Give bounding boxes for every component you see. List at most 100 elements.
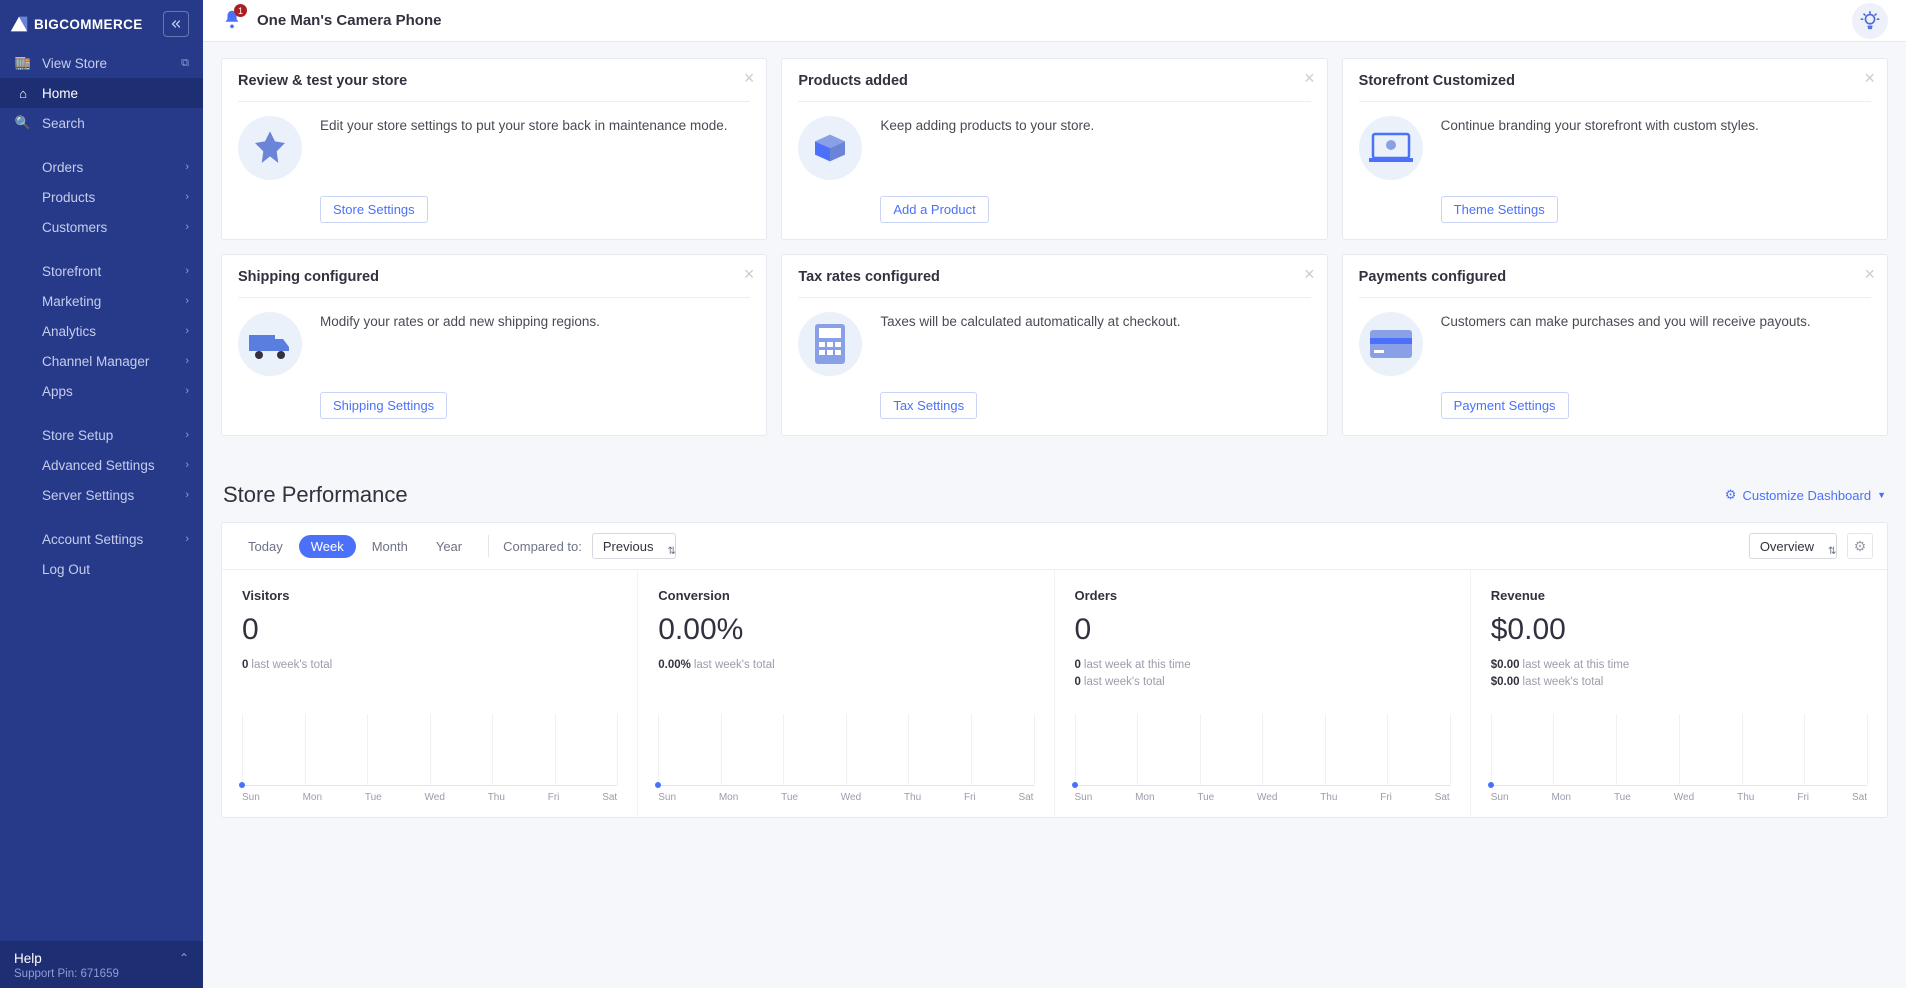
sidebar-item-analytics[interactable]: Analytics › (0, 316, 203, 346)
sidebar-item-channel-manager[interactable]: Channel Manager › (0, 346, 203, 376)
pin-value: 671659 (81, 968, 119, 980)
metric-sub: $0.00last week at this time (1491, 657, 1867, 674)
sidebar-item-products[interactable]: Products › (0, 182, 203, 212)
overview-value: Overview (1760, 539, 1814, 554)
x-tick: Thu (488, 792, 505, 803)
sidebar-label: Orders (42, 160, 185, 175)
close-icon[interactable]: × (1864, 69, 1875, 87)
sidebar-item-store-setup[interactable]: Store Setup › (0, 420, 203, 450)
x-tick: Wed (425, 792, 445, 803)
metric-sub: 0last week at this time (1075, 657, 1450, 674)
x-tick: Sat (602, 792, 617, 803)
performance-panel: TodayWeekMonthYear Compared to: Previous… (221, 522, 1888, 818)
metric-value: 0 (242, 613, 617, 647)
card-action-button[interactable]: Tax Settings (880, 392, 977, 419)
close-icon[interactable]: × (1864, 265, 1875, 283)
card-action-button[interactable]: Theme Settings (1441, 196, 1558, 223)
card-description: Keep adding products to your store. (880, 116, 1310, 136)
sidebar-nav: 🏬 View Store ⧉ ⌂ Home 🔍 Search Orders › … (0, 48, 203, 941)
data-point (1072, 782, 1078, 788)
x-tick: Sun (1075, 792, 1093, 803)
chevron-right-icon: › (185, 385, 189, 397)
sidebar-label: Account Settings (42, 532, 185, 547)
setup-card-storefront-customized: × Storefront Customized Continue brandin… (1342, 58, 1888, 240)
x-tick: Tue (1614, 792, 1631, 803)
chevron-right-icon: › (185, 191, 189, 203)
calculator-icon (798, 312, 862, 376)
setup-card-review-test-your-store: × Review & test your store Edit your sto… (221, 58, 767, 240)
x-tick: Mon (719, 792, 738, 803)
x-tick: Thu (904, 792, 921, 803)
range-tab-today[interactable]: Today (236, 535, 295, 558)
sidebar-item-account-settings[interactable]: Account Settings › (0, 524, 203, 554)
card-title: Shipping configured (238, 269, 750, 298)
gear-icon: ⚙ (1854, 538, 1867, 555)
card-description: Customers can make purchases and you wil… (1441, 312, 1871, 332)
chevron-right-icon: › (185, 221, 189, 233)
range-tab-month[interactable]: Month (360, 535, 420, 558)
sidebar-item-server-settings[interactable]: Server Settings › (0, 480, 203, 510)
card-action-button[interactable]: Store Settings (320, 196, 428, 223)
sidebar-item-customers[interactable]: Customers › (0, 212, 203, 242)
range-tab-week[interactable]: Week (299, 535, 356, 558)
close-icon[interactable]: × (744, 69, 755, 87)
external-link-icon: ⧉ (181, 57, 189, 70)
x-tick: Sun (1491, 792, 1509, 803)
sidebar-item-advanced-settings[interactable]: Advanced Settings › (0, 450, 203, 480)
card-title: Review & test your store (238, 73, 750, 102)
close-icon[interactable]: × (1304, 265, 1315, 283)
overview-select[interactable]: Overview (1749, 533, 1837, 559)
sidebar-label: Advanced Settings (42, 458, 185, 473)
range-tab-year[interactable]: Year (424, 535, 474, 558)
card-description: Taxes will be calculated automatically a… (880, 312, 1310, 332)
sidebar-label: Customers (42, 220, 185, 235)
metric-title: Revenue (1491, 588, 1867, 603)
x-tick: Tue (365, 792, 382, 803)
data-point (1488, 782, 1494, 788)
close-icon[interactable]: × (1304, 69, 1315, 87)
customize-label: Customize Dashboard (1742, 488, 1871, 503)
caret-down-icon: ▼ (1877, 490, 1886, 500)
notification-badge: 1 (234, 4, 247, 17)
logo-icon (8, 13, 30, 35)
setup-card-shipping-configured: × Shipping configured Modify your rates … (221, 254, 767, 436)
metric-sub: $0.00last week's total (1491, 674, 1867, 691)
customize-dashboard-button[interactable]: ⚙ Customize Dashboard ▼ (1725, 487, 1886, 503)
close-icon[interactable]: × (744, 265, 755, 283)
collapse-sidebar-button[interactable] (163, 11, 189, 37)
panel-settings-button[interactable]: ⚙ (1847, 533, 1873, 559)
date-range-tabs: TodayWeekMonthYear (236, 535, 474, 558)
compared-to-select[interactable]: Previous (592, 533, 677, 559)
card-action-button[interactable]: Add a Product (880, 196, 988, 223)
metric-value: 0.00% (658, 613, 1033, 647)
chevron-right-icon: › (185, 355, 189, 367)
topbar: 1 One Man's Camera Phone (203, 0, 1906, 42)
card-title: Tax rates configured (798, 269, 1310, 298)
sidebar-item-apps[interactable]: Apps › (0, 376, 203, 406)
sidebar-label: Storefront (42, 264, 185, 279)
card-action-button[interactable]: Payment Settings (1441, 392, 1569, 419)
sidebar-item-marketing[interactable]: Marketing › (0, 286, 203, 316)
card-action-button[interactable]: Shipping Settings (320, 392, 447, 419)
x-tick: Mon (303, 792, 322, 803)
spark-area (1075, 714, 1450, 786)
metric-orders: Orders 00last week at this time0last wee… (1055, 570, 1471, 704)
sidebar-item-orders[interactable]: Orders › (0, 152, 203, 182)
credit-card-icon (1359, 312, 1423, 376)
home-icon: ⌂ (14, 86, 32, 101)
sidebar-item-view-store[interactable]: 🏬 View Store ⧉ (0, 48, 203, 78)
x-tick: Sat (1852, 792, 1867, 803)
ideas-button[interactable] (1852, 3, 1888, 39)
sidebar-item-home[interactable]: ⌂ Home (0, 78, 203, 108)
sidebar-item-storefront[interactable]: Storefront › (0, 256, 203, 286)
notifications-button[interactable]: 1 (221, 8, 243, 33)
lightbulb-icon (1859, 10, 1881, 32)
card-title: Products added (798, 73, 1310, 102)
x-tick: Tue (781, 792, 798, 803)
sparkline-orders: SunMonTueWedThuFriSat (1055, 704, 1471, 817)
x-axis: SunMonTueWedThuFriSat (1491, 792, 1867, 803)
sidebar-item-search[interactable]: 🔍 Search (0, 108, 203, 138)
sidebar-help[interactable]: Help Support Pin: 671659 ⌃ (0, 941, 203, 988)
x-tick: Wed (1674, 792, 1694, 803)
sidebar-item-log-out[interactable]: Log Out (0, 554, 203, 584)
